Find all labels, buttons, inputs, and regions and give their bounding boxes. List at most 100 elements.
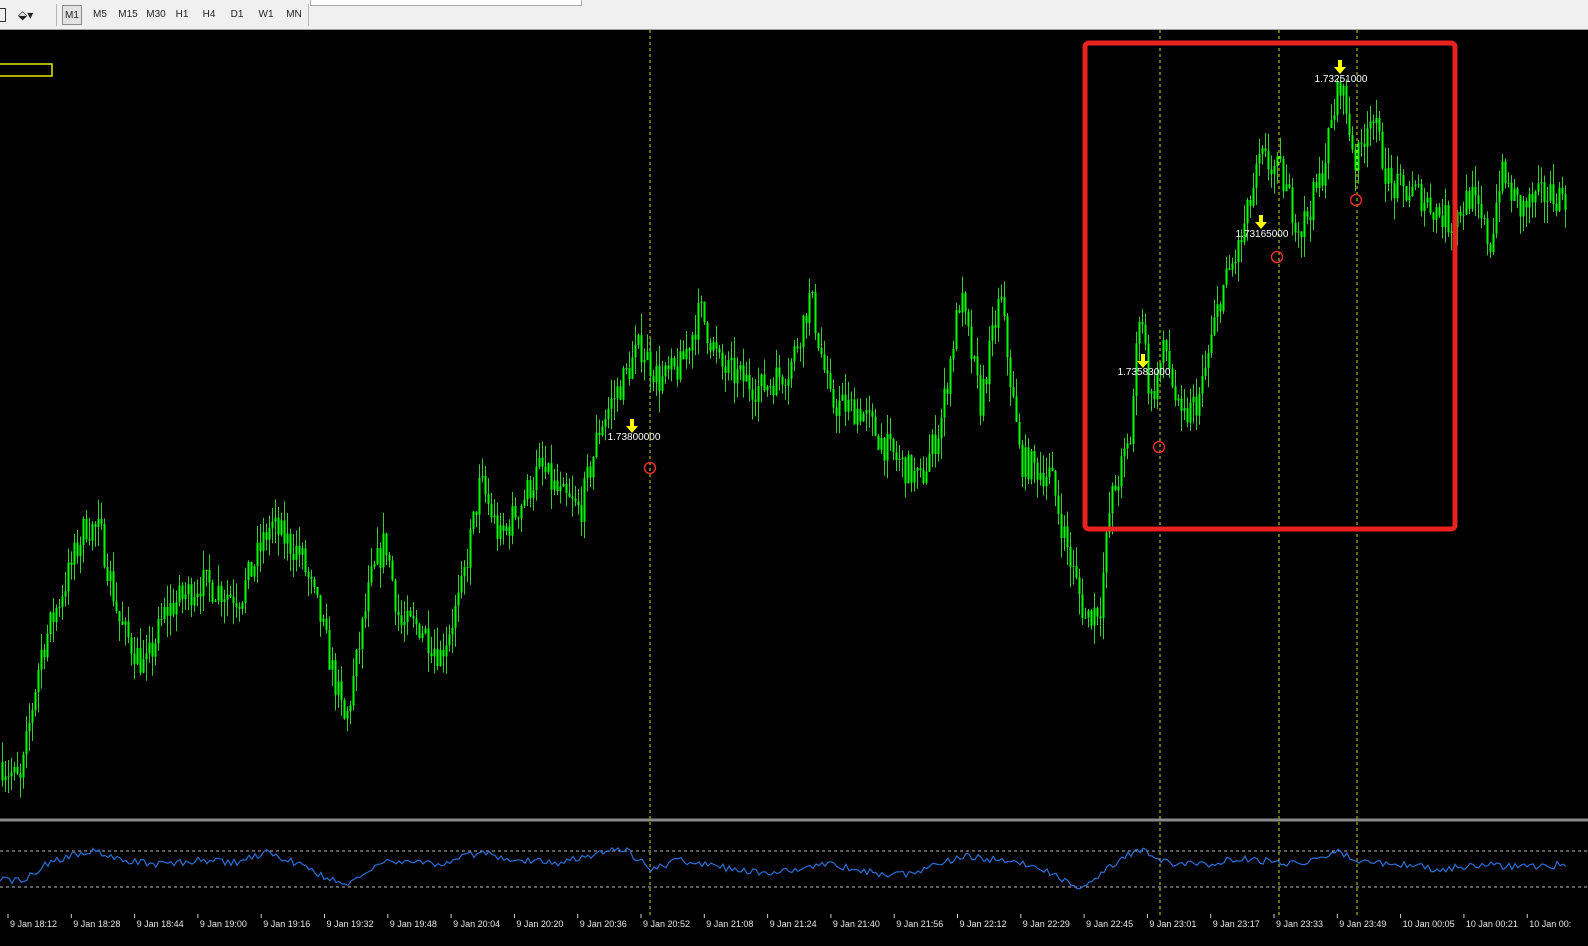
candle-body bbox=[199, 593, 202, 597]
candle-body bbox=[652, 376, 655, 383]
candle-body bbox=[190, 584, 193, 606]
candle-body bbox=[163, 606, 166, 619]
candle-body bbox=[1435, 207, 1438, 220]
candle-body bbox=[892, 438, 895, 453]
candle-body bbox=[595, 432, 598, 457]
candle-body bbox=[1543, 182, 1546, 202]
candle-body bbox=[1495, 202, 1498, 234]
candle-body bbox=[1507, 182, 1510, 184]
candle-body bbox=[1450, 231, 1453, 233]
panel-edge-icon bbox=[0, 8, 6, 22]
timeframe-d1[interactable]: D1 bbox=[227, 5, 247, 25]
candle-body bbox=[1300, 231, 1303, 237]
candle-body bbox=[1180, 398, 1183, 411]
candle-body bbox=[1183, 408, 1186, 411]
candle-body bbox=[745, 375, 748, 382]
candle-body bbox=[601, 426, 604, 436]
candle-body bbox=[1519, 195, 1522, 217]
candle-body bbox=[424, 628, 427, 634]
candle-body bbox=[1297, 231, 1300, 233]
timeframe-h4[interactable]: H4 bbox=[199, 5, 219, 25]
candle-body bbox=[226, 594, 229, 600]
candle-body bbox=[28, 722, 31, 732]
candle-body bbox=[508, 526, 511, 536]
candle-body bbox=[694, 334, 697, 340]
timeframe-w1[interactable]: W1 bbox=[255, 5, 277, 25]
candle-body bbox=[217, 585, 220, 601]
candle-body bbox=[451, 627, 454, 635]
candle-body bbox=[499, 525, 502, 539]
chart-tools-dropdown[interactable]: ⬙▾ bbox=[18, 6, 48, 24]
toolbar-field[interactable] bbox=[310, 0, 582, 6]
candle-body bbox=[157, 618, 160, 644]
candle-body bbox=[1123, 448, 1126, 457]
candle-body bbox=[805, 315, 808, 324]
timeframe-m1[interactable]: M1 bbox=[62, 5, 82, 25]
candle-body bbox=[430, 653, 433, 657]
candle-body bbox=[802, 315, 805, 348]
timeframe-m5[interactable]: M5 bbox=[90, 5, 110, 25]
candle-body bbox=[1480, 203, 1483, 218]
candle-body bbox=[1144, 324, 1147, 344]
candle-body bbox=[1420, 184, 1423, 212]
x-tick-label: 9 Jan 18:44 bbox=[137, 919, 184, 929]
candle-body bbox=[313, 579, 316, 587]
candle-body bbox=[469, 529, 472, 568]
candle-body bbox=[1054, 470, 1057, 496]
candle-body bbox=[829, 373, 832, 389]
candle-body bbox=[394, 580, 397, 612]
timeframe-m30[interactable]: M30 bbox=[144, 5, 168, 25]
candle-body bbox=[493, 515, 496, 518]
candle-body bbox=[151, 642, 154, 657]
candle-body bbox=[34, 692, 37, 711]
candle-body bbox=[880, 437, 883, 450]
candle-body bbox=[1468, 191, 1471, 209]
candle-body bbox=[1222, 284, 1225, 311]
candle-body bbox=[1405, 186, 1408, 201]
candle-body bbox=[1039, 473, 1042, 480]
candle-body bbox=[991, 325, 994, 341]
candle-body bbox=[1471, 186, 1474, 209]
candle-body bbox=[868, 410, 871, 412]
candle-body bbox=[511, 505, 514, 536]
candle-body bbox=[1309, 216, 1312, 221]
candle-body bbox=[1381, 131, 1384, 169]
x-tick-label: 9 Jan 20:20 bbox=[516, 919, 563, 929]
candle-body bbox=[376, 548, 379, 565]
candle-body bbox=[445, 645, 448, 657]
candle-body bbox=[796, 346, 799, 349]
candle-body bbox=[850, 399, 853, 401]
candle-body bbox=[1516, 188, 1519, 196]
candle-body bbox=[406, 610, 409, 623]
candle-body bbox=[994, 325, 997, 328]
candle-body bbox=[823, 354, 826, 371]
candle-body bbox=[820, 348, 823, 355]
candle-body bbox=[136, 648, 139, 665]
timeframe-h1[interactable]: H1 bbox=[172, 5, 192, 25]
candle-body bbox=[1369, 121, 1372, 129]
timeframe-m15[interactable]: M15 bbox=[116, 5, 140, 25]
candle-body bbox=[910, 455, 913, 483]
candle-body bbox=[1303, 211, 1306, 237]
candle-body bbox=[1021, 444, 1024, 477]
candle-body bbox=[568, 493, 571, 497]
candle-body bbox=[814, 291, 817, 334]
candle-body bbox=[778, 367, 781, 377]
candle-body bbox=[523, 499, 526, 506]
candle-body bbox=[1318, 173, 1321, 189]
candle-body bbox=[418, 624, 421, 638]
candle-body bbox=[1192, 396, 1195, 403]
candle-body bbox=[382, 533, 385, 568]
price-chart[interactable]: 1.73800000 1.73583000 1.73165000 1.73251000… bbox=[0, 30, 1588, 946]
candle-body bbox=[919, 467, 922, 471]
candle-body bbox=[1534, 191, 1537, 203]
timeframe-mn[interactable]: MN bbox=[283, 5, 305, 25]
candle-body bbox=[682, 351, 685, 360]
candle-body bbox=[1204, 367, 1207, 376]
candle-body bbox=[772, 385, 775, 396]
candle-body bbox=[799, 347, 802, 349]
candle-body bbox=[784, 384, 787, 386]
candle-body bbox=[754, 399, 757, 402]
candle-body bbox=[1255, 163, 1258, 188]
candle-body bbox=[1285, 184, 1288, 192]
